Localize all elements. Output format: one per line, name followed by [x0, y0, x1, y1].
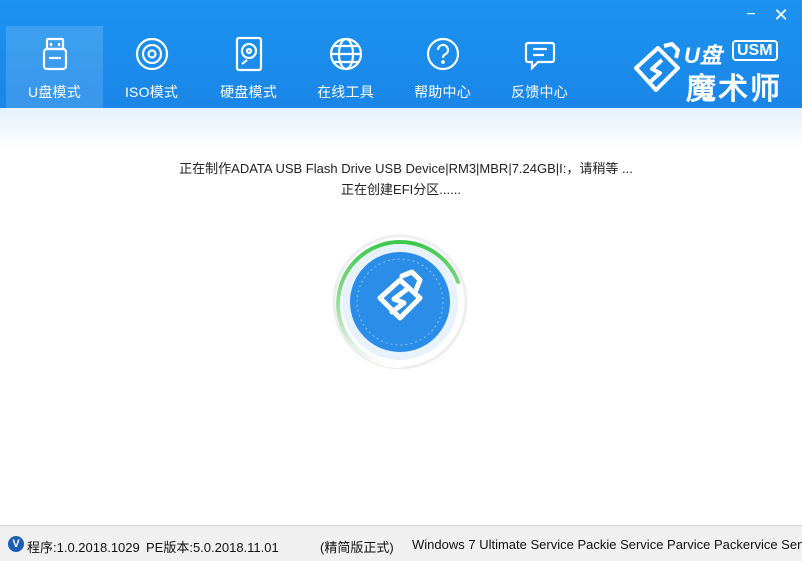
nav-usb-mode[interactable]: U盘模式 [6, 26, 103, 108]
pe-version: PE版本:5.0.2018.11.01 [146, 540, 279, 555]
version-badge-icon: V [8, 536, 24, 552]
nav-help-center[interactable]: 帮助中心 [394, 26, 491, 108]
minimize-button[interactable]: − [742, 6, 760, 24]
nav-help-center-label: 帮助中心 [414, 84, 471, 100]
logo-brand-text: 魔术师 [686, 73, 782, 106]
program-version: 程序:1.0.2018.1029 [27, 540, 140, 555]
globe-icon [329, 37, 362, 71]
close-button[interactable]: ✕ [772, 6, 790, 24]
nav-usb-mode-label: U盘模式 [28, 84, 81, 100]
status-bar: V 程序:1.0.2018.1029 PE版本:5.0.2018.11.01 (… [0, 525, 802, 561]
app-logo: U盘 USM 魔术师 [628, 38, 788, 106]
progress-step: 正在创建EFI分区...... [341, 182, 461, 197]
loading-spinner [332, 234, 468, 370]
nav-hdd-mode-label: 硬盘模式 [220, 84, 277, 100]
hard-disk-icon [235, 36, 262, 72]
main-content: 正在制作ADATA USB Flash Drive USB Device|RM3… [0, 108, 802, 525]
main-nav: U盘模式 ISO模式 硬盘模式 在线工具 帮助中心 反馈中心 [6, 26, 588, 108]
nav-online-tools-label: 在线工具 [317, 84, 374, 100]
usb-drive-icon [42, 37, 67, 71]
nav-online-tools[interactable]: 在线工具 [297, 26, 394, 108]
help-icon [426, 37, 459, 71]
os-info: Windows 7 Ultimate Service Packie Servic… [412, 537, 802, 552]
nav-hdd-mode[interactable]: 硬盘模式 [200, 26, 297, 108]
nav-feedback-center[interactable]: 反馈中心 [491, 26, 588, 108]
nav-iso-mode[interactable]: ISO模式 [103, 26, 200, 108]
progress-message: 正在制作ADATA USB Flash Drive USB Device|RM3… [179, 161, 633, 176]
disc-icon [135, 37, 168, 71]
title-bar: − ✕ U盘模式 ISO模式 硬盘模式 在线工具 帮助中心 反馈中心 U盘 US… [0, 0, 802, 108]
nav-iso-mode-label: ISO模式 [124, 84, 179, 100]
nav-feedback-center-label: 反馈中心 [511, 84, 568, 100]
logo-usm-text: USM [732, 40, 778, 61]
chat-icon [524, 41, 555, 71]
edition-label: (精简版正式) [320, 540, 394, 555]
logo-mark-icon [634, 42, 680, 92]
